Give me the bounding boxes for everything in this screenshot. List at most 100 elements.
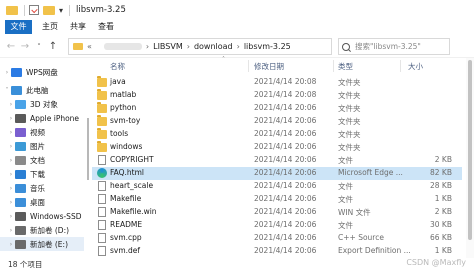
file-size: 30 KB bbox=[430, 220, 452, 229]
sidebar-item[interactable]: › 3D 对象 bbox=[0, 97, 84, 111]
search-input[interactable]: 搜索"libsvm-3.25" bbox=[338, 38, 450, 55]
chevron-icon[interactable]: › bbox=[7, 199, 15, 206]
breadcrumb-download[interactable]: download bbox=[194, 42, 233, 51]
sort-ascending-icon: ˄ bbox=[222, 56, 225, 63]
folder-icon bbox=[97, 141, 107, 152]
sidebar-item[interactable]: › 文档 bbox=[0, 153, 84, 167]
watermark: CSDN @Maxfly bbox=[406, 258, 466, 267]
chevron-icon[interactable]: › bbox=[7, 227, 15, 234]
chevron-icon[interactable]: › bbox=[7, 129, 15, 136]
recent-locations-icon[interactable]: ˅ bbox=[32, 43, 46, 51]
file-row[interactable]: README 2021/4/14 20:06 文件 30 KB bbox=[92, 219, 462, 232]
chevron-icon[interactable]: › bbox=[7, 157, 15, 164]
file-row[interactable]: heart_scale 2021/4/14 20:06 文件 28 KB bbox=[92, 180, 462, 193]
sidebar-item[interactable]: › WPS网盘 bbox=[0, 65, 84, 79]
chevron-icon[interactable]: › bbox=[7, 241, 15, 248]
sidebar-item-label: 文档 bbox=[30, 155, 45, 165]
tab-file[interactable]: 文件 bbox=[5, 20, 32, 34]
chevron-icon[interactable]: › bbox=[3, 69, 11, 76]
sidebar-item[interactable]: › Apple iPhone bbox=[0, 111, 84, 125]
file-row[interactable]: java 2021/4/14 20:08 文件夹 bbox=[92, 76, 462, 89]
sidebar-item[interactable]: ˅ 此电脑 bbox=[0, 83, 84, 97]
desktop-icon bbox=[15, 197, 26, 207]
tab-view[interactable]: 查看 bbox=[92, 20, 120, 34]
pane-scrollbar[interactable] bbox=[85, 58, 89, 258]
breadcrumb-libsvm-3-25[interactable]: libsvm-3.25 bbox=[244, 42, 291, 51]
chevron-icon[interactable]: › bbox=[7, 101, 15, 108]
file-row[interactable]: svm.cpp 2021/4/14 20:06 C++ Source 66 KB bbox=[92, 232, 462, 245]
chevron-icon[interactable]: › bbox=[7, 213, 15, 220]
scrollbar-thumb[interactable] bbox=[87, 118, 89, 180]
sidebar-item[interactable]: › 图片 bbox=[0, 139, 84, 153]
column-date[interactable]: 修改日期 bbox=[254, 61, 284, 72]
file-row[interactable]: matlab 2021/4/14 20:08 文件夹 bbox=[92, 89, 462, 102]
file-row[interactable]: Makefile 2021/4/14 20:06 文件 1 KB bbox=[92, 193, 462, 206]
file-date: 2021/4/14 20:06 bbox=[254, 233, 317, 242]
cloud-icon bbox=[11, 67, 22, 77]
sidebar-item[interactable]: › 新加卷 (D:) bbox=[0, 223, 84, 237]
file-row[interactable]: svm.def 2021/4/14 20:06 Export Definition … bbox=[92, 245, 462, 258]
file-row[interactable]: Makefile.win 2021/4/14 20:06 WIN 文件 2 KB bbox=[92, 206, 462, 219]
customize-toolbar-icon[interactable]: ▾ bbox=[59, 6, 63, 15]
file-date: 2021/4/14 20:06 bbox=[254, 194, 317, 203]
file-date: 2021/4/14 20:06 bbox=[254, 129, 317, 138]
chevron-icon[interactable]: › bbox=[7, 171, 15, 178]
up-arrow-icon[interactable]: ↑ bbox=[46, 41, 60, 52]
sidebar-item[interactable]: › 下载 bbox=[0, 167, 84, 181]
sidebar-item-label: WPS网盘 bbox=[26, 67, 58, 77]
chevron-icon[interactable]: › bbox=[7, 143, 15, 150]
file-date: 2021/4/14 20:06 bbox=[254, 220, 317, 229]
column-divider[interactable] bbox=[333, 60, 334, 72]
chevron-icon[interactable]: ˅ bbox=[3, 87, 11, 94]
file-size: 1 KB bbox=[434, 194, 452, 203]
new-folder-icon[interactable] bbox=[43, 5, 55, 15]
file-icon bbox=[98, 233, 106, 243]
column-size[interactable]: 大小 bbox=[408, 61, 423, 72]
file-date: 2021/4/14 20:06 bbox=[254, 142, 317, 151]
file-row[interactable]: windows 2021/4/14 20:06 文件夹 bbox=[92, 141, 462, 154]
forward-arrow-icon[interactable]: → bbox=[18, 41, 32, 52]
file-row[interactable]: FAQ.html 2021/4/14 20:06 Microsoft Edge ..… bbox=[92, 167, 462, 180]
address-bar[interactable]: « › LIBSVM › download › libsvm-3.25 bbox=[68, 38, 332, 55]
file-name: Makefile.win bbox=[110, 207, 157, 216]
column-divider[interactable] bbox=[400, 60, 401, 72]
file-size: 66 KB bbox=[430, 233, 452, 242]
file-type: 文件夹 bbox=[338, 130, 361, 139]
file-row[interactable]: tools 2021/4/14 20:06 文件夹 bbox=[92, 128, 462, 141]
sidebar-item[interactable]: › 视频 bbox=[0, 125, 84, 139]
sidebar-item[interactable]: › 桌面 bbox=[0, 195, 84, 209]
file-date: 2021/4/14 20:06 bbox=[254, 103, 317, 112]
properties-icon[interactable] bbox=[29, 5, 39, 15]
column-divider[interactable] bbox=[248, 60, 249, 72]
column-type[interactable]: 类型 bbox=[338, 61, 353, 72]
breadcrumb-libsvm[interactable]: LIBSVM bbox=[153, 42, 183, 51]
tab-share[interactable]: 共享 bbox=[64, 20, 92, 34]
file-name: svm-toy bbox=[110, 116, 141, 125]
file-type: 文件夹 bbox=[338, 143, 361, 152]
3d-objects-icon bbox=[15, 99, 26, 109]
sidebar-item[interactable]: › 新加卷 (E:) bbox=[0, 237, 84, 251]
scrollbar-thumb[interactable] bbox=[468, 60, 472, 240]
file-name: java bbox=[110, 77, 126, 86]
file-size: 2 KB bbox=[434, 155, 452, 164]
file-row[interactable]: python 2021/4/14 20:06 文件夹 bbox=[92, 102, 462, 115]
file-date: 2021/4/14 20:08 bbox=[254, 77, 317, 86]
column-name[interactable]: 名称 bbox=[110, 61, 125, 72]
chevron-icon[interactable]: › bbox=[7, 115, 15, 122]
folder-icon bbox=[73, 43, 83, 50]
file-name: svm.def bbox=[110, 246, 141, 255]
folder-icon bbox=[97, 76, 107, 87]
file-date: 2021/4/14 20:06 bbox=[254, 168, 317, 177]
chevron-icon[interactable]: › bbox=[7, 185, 15, 192]
navigation-pane: › WPS网盘 ˅ 此电脑 › 3D 对象 › Apple iPhone › 视频 › 图片 › 文档 › 下… bbox=[0, 58, 85, 258]
sidebar-item[interactable]: › 音乐 bbox=[0, 181, 84, 195]
sidebar-item[interactable]: › Windows-SSD bbox=[0, 209, 84, 223]
tab-home[interactable]: 主页 bbox=[36, 20, 64, 34]
file-row[interactable]: COPYRIGHT 2021/4/14 20:06 文件 2 KB bbox=[92, 154, 462, 167]
file-list-scrollbar[interactable] bbox=[466, 58, 474, 258]
file-row[interactable]: svm-toy 2021/4/14 20:06 文件夹 bbox=[92, 115, 462, 128]
column-header: ˄ 名称 修改日期 类型 大小 bbox=[92, 56, 462, 74]
back-arrow-icon[interactable]: ← bbox=[4, 41, 18, 52]
file-type: C++ Source bbox=[338, 233, 384, 242]
sidebar-item-label: 新加卷 (D:) bbox=[30, 225, 70, 235]
